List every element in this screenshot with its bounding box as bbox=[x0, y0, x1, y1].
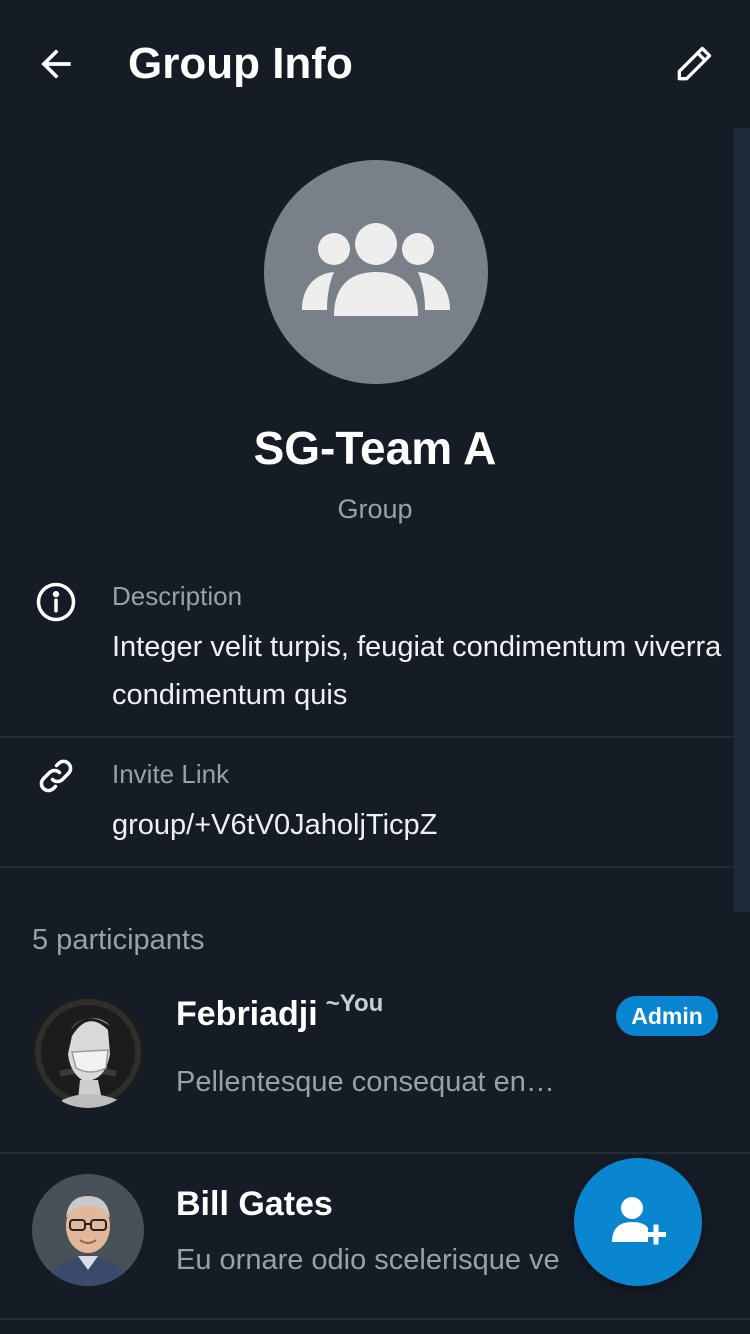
participant-row[interactable]: Febriadji ~You Admin Pellentesque consequ… bbox=[0, 976, 750, 1154]
participant-name-text: Febriadji bbox=[176, 995, 318, 1033]
invite-link-label: Invite Link bbox=[112, 759, 230, 789]
add-participant-button[interactable] bbox=[574, 1158, 702, 1286]
participants-count: 5 participants bbox=[32, 924, 205, 956]
add-person-icon bbox=[612, 1197, 666, 1245]
arrow-left-icon bbox=[41, 49, 71, 79]
group-info-screen: Group Info SG-Team A Group Description I… bbox=[0, 0, 750, 1334]
group-people-icon bbox=[302, 223, 450, 316]
pencil-icon bbox=[677, 46, 712, 81]
invite-link-row[interactable]: Invite Link group/+V6tV0JaholjTicpZ bbox=[0, 738, 734, 868]
avatar[interactable] bbox=[32, 1174, 144, 1286]
description-text: Integer velit turpis, feugiat condimentu… bbox=[112, 631, 722, 711]
participant-name: Bill Gates bbox=[176, 1185, 333, 1223]
description-label: Description bbox=[112, 581, 243, 611]
person-portrait-image bbox=[32, 1174, 144, 1286]
participant-status: Pellentesque consequat en… bbox=[176, 1066, 555, 1098]
back-button[interactable] bbox=[26, 34, 86, 94]
you-tag: ~You bbox=[325, 990, 384, 1017]
participant-name: Febriadji ~You bbox=[176, 982, 383, 1036]
statue-portrait-image bbox=[32, 996, 144, 1108]
participant-status: Eu ornare odio scelerisque ve bbox=[176, 1244, 560, 1276]
group-avatar[interactable] bbox=[264, 160, 488, 384]
page-title: Group Info bbox=[128, 39, 353, 88]
invite-link-text[interactable]: group/+V6tV0JaholjTicpZ bbox=[112, 801, 722, 849]
edit-button[interactable] bbox=[664, 34, 724, 94]
admin-badge: Admin bbox=[616, 996, 718, 1036]
app-header: Group Info bbox=[0, 0, 750, 128]
link-icon bbox=[32, 752, 80, 800]
description-row[interactable]: Description Integer velit turpis, feugia… bbox=[0, 562, 734, 738]
group-name: SG-Team A bbox=[253, 422, 497, 474]
info-circle-icon bbox=[32, 578, 80, 626]
group-type-label: Group bbox=[337, 494, 413, 524]
avatar[interactable] bbox=[32, 996, 144, 1108]
